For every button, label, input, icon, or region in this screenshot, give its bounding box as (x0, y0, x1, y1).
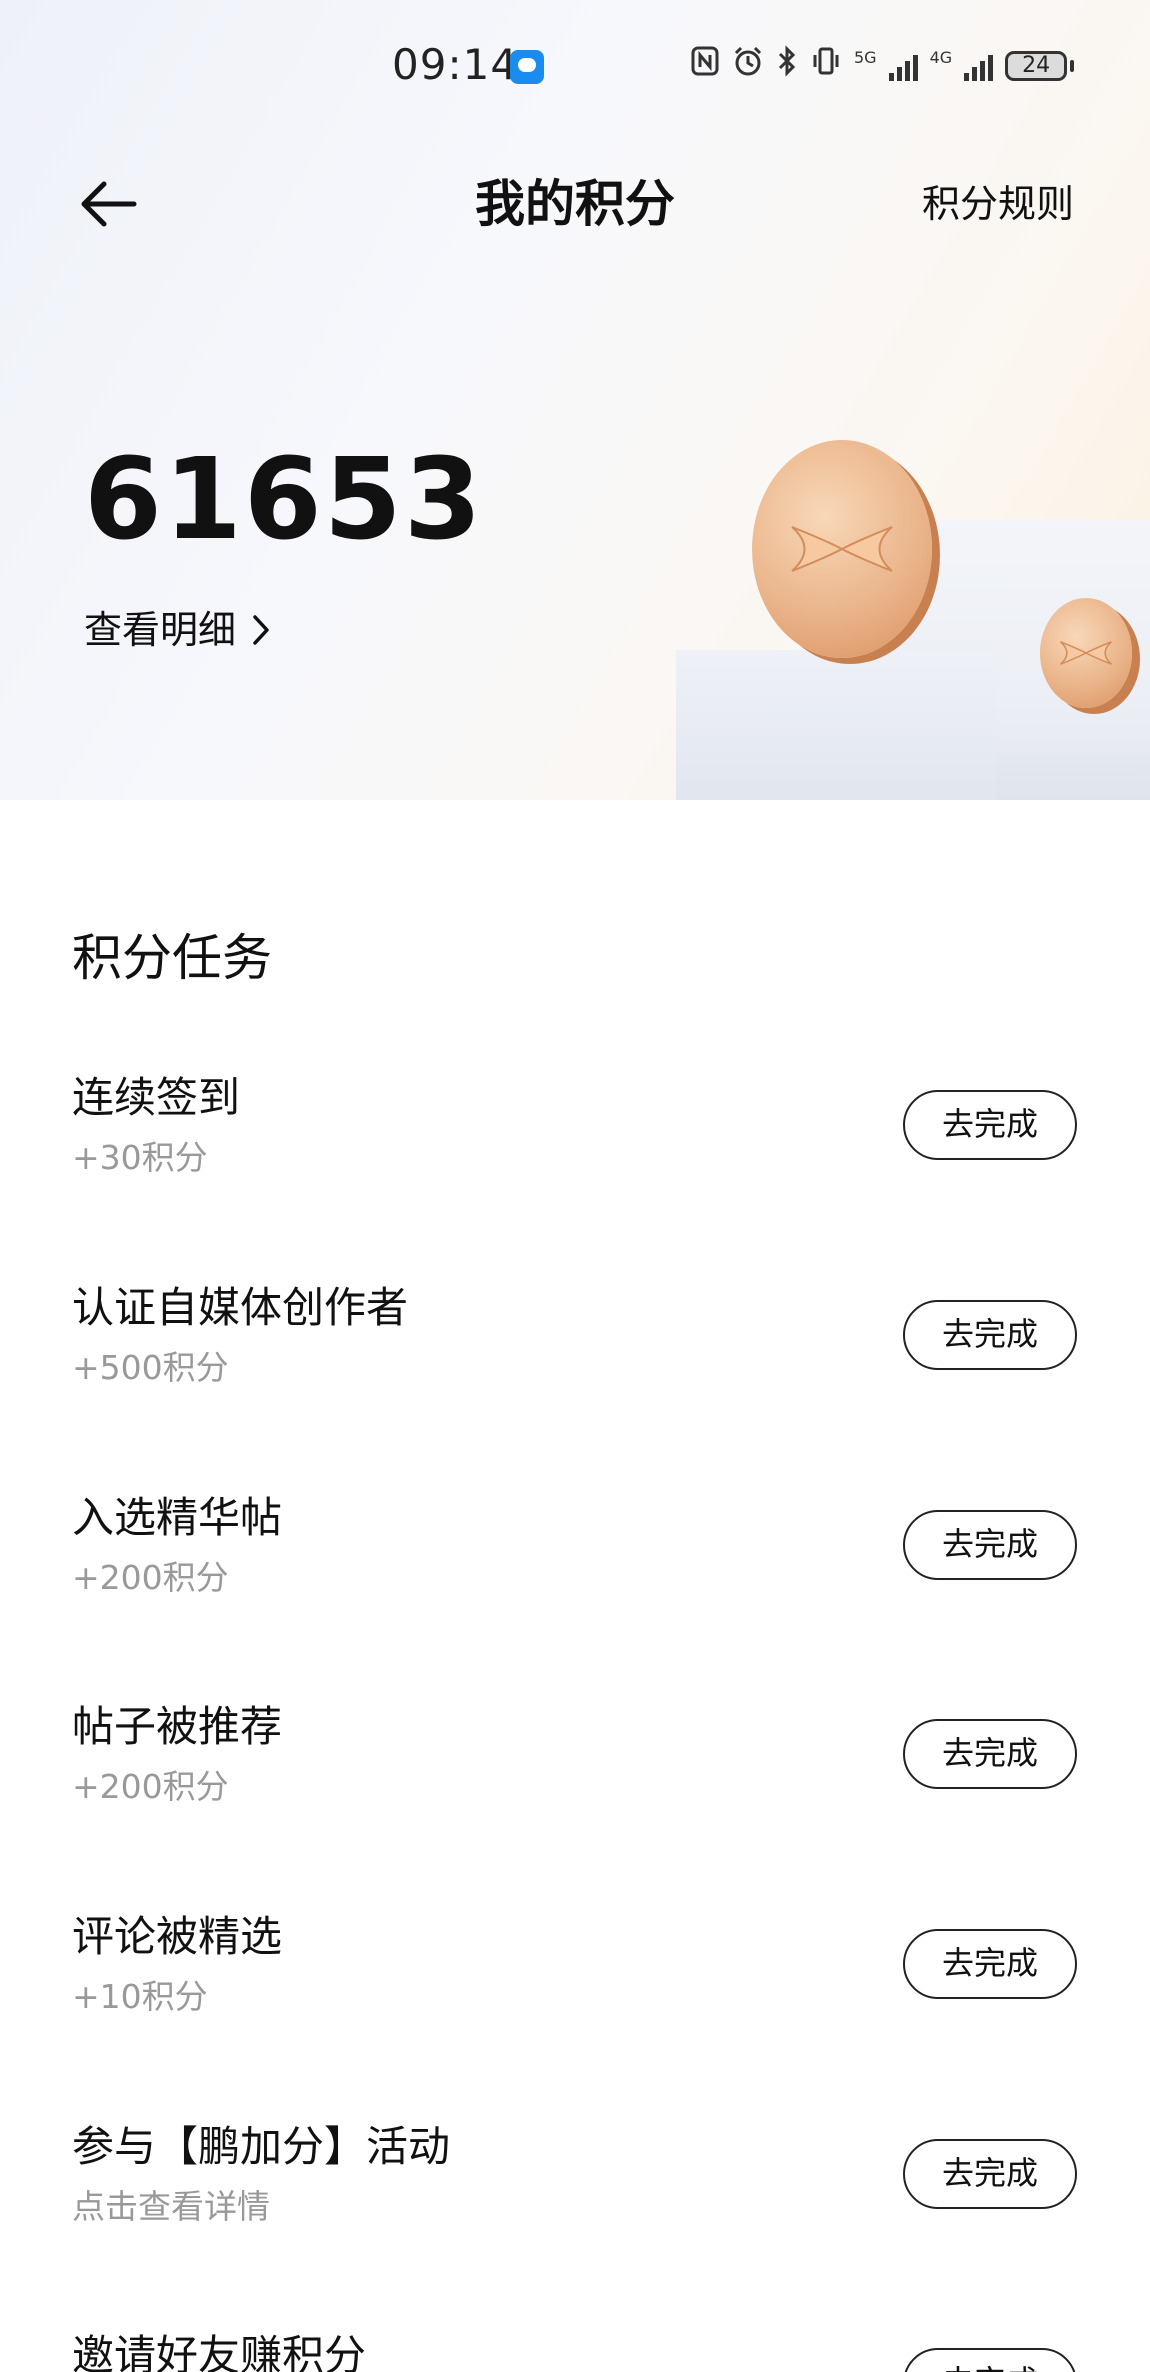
view-details-label: 查看明细 (84, 608, 237, 652)
task-reward: +10积分 (72, 1977, 208, 2016)
brand-x-icon (1060, 641, 1112, 665)
pedestal-right (996, 704, 1150, 800)
system-icons: 5G 4G 24 (690, 44, 1075, 88)
net-4g-label: 4G (929, 48, 953, 67)
task-name: 邀请好友赚积分 (72, 2331, 367, 2372)
task-name: 参与【鹏加分】活动 (72, 2122, 451, 2171)
complete-task-button[interactable]: 去完成 (903, 1090, 1077, 1160)
task-name: 认证自媒体创作者 (72, 1283, 409, 1332)
tasks-section-title: 积分任务 (72, 929, 272, 987)
vibrate-icon (810, 45, 842, 88)
brand-x-icon (791, 526, 893, 572)
complete-task-button[interactable]: 去完成 (903, 2139, 1077, 2209)
task-name: 入选精华帖 (72, 1493, 283, 1542)
net-5g-label: 5G (854, 48, 877, 67)
signal-4g-icon (964, 51, 994, 81)
points-balance: 61653 (84, 435, 484, 565)
complete-task-button[interactable]: 去完成 (903, 1300, 1077, 1370)
task-item: 连续签到 +30积分 去完成 (0, 1066, 1150, 1266)
task-reward: 点击查看详情 (72, 2187, 270, 2226)
nfc-icon (690, 45, 720, 88)
task-reward: +200积分 (72, 1558, 229, 1597)
coin-image-small (1040, 598, 1132, 708)
task-reward: +200积分 (72, 1767, 229, 1806)
task-item: 评论被精选 +10积分 去完成 (0, 1905, 1150, 2105)
task-reward: +30积分 (72, 1138, 208, 1177)
alarm-icon (732, 45, 764, 88)
complete-task-button[interactable]: 去完成 (903, 1929, 1077, 1999)
status-time: 09:14 (392, 40, 519, 89)
task-name: 评论被精选 (72, 1912, 283, 1961)
battery-tip (1070, 60, 1075, 72)
status-bar: 09:14 5G 4G 24 (0, 0, 1150, 140)
task-name: 连续签到 (72, 1073, 241, 1122)
task-item: 邀请好友赚积分 去完成 (0, 2324, 1150, 2372)
task-reward: +500积分 (72, 1348, 229, 1387)
complete-task-button[interactable]: 去完成 (903, 1719, 1077, 1789)
task-item: 帖子被推荐 +200积分 去完成 (0, 1695, 1150, 1895)
task-item: 认证自媒体创作者 +500积分 去完成 (0, 1276, 1150, 1476)
view-details-link[interactable]: 查看明细 (84, 600, 272, 660)
coin-image (752, 440, 932, 658)
battery-icon: 24 (1005, 51, 1068, 81)
chevron-right-icon (253, 615, 269, 645)
complete-task-button[interactable]: 去完成 (903, 2348, 1077, 2372)
task-item: 入选精华帖 +200积分 去完成 (0, 1486, 1150, 1686)
points-rules-link[interactable]: 积分规则 (922, 172, 1074, 236)
message-notification-icon (510, 50, 544, 84)
complete-task-button[interactable]: 去完成 (903, 1510, 1077, 1580)
bluetooth-icon (776, 44, 798, 88)
pedestal-main (676, 650, 996, 800)
task-name: 帖子被推荐 (72, 1702, 283, 1751)
signal-5g-icon (888, 51, 918, 81)
task-item: 参与【鹏加分】活动 点击查看详情 去完成 (0, 2115, 1150, 2315)
